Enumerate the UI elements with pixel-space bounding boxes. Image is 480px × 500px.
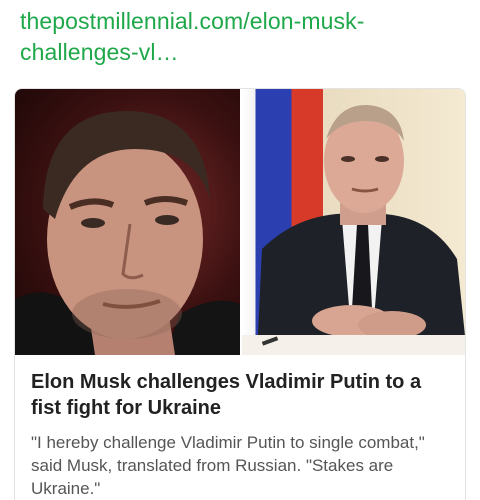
vladimir-putin-photo — [242, 89, 465, 355]
article-title[interactable]: Elon Musk challenges Vladimir Putin to a… — [31, 369, 455, 421]
link-url[interactable]: thepostmillennial.com/elon-musk-challeng… — [20, 6, 460, 68]
article-snippet: "I hereby challenge Vladimir Putin to si… — [31, 433, 425, 498]
elon-musk-photo — [15, 89, 240, 355]
link-preview-card[interactable]: Elon Musk challenges Vladimir Putin to a… — [14, 88, 466, 500]
preview-images — [15, 89, 465, 355]
